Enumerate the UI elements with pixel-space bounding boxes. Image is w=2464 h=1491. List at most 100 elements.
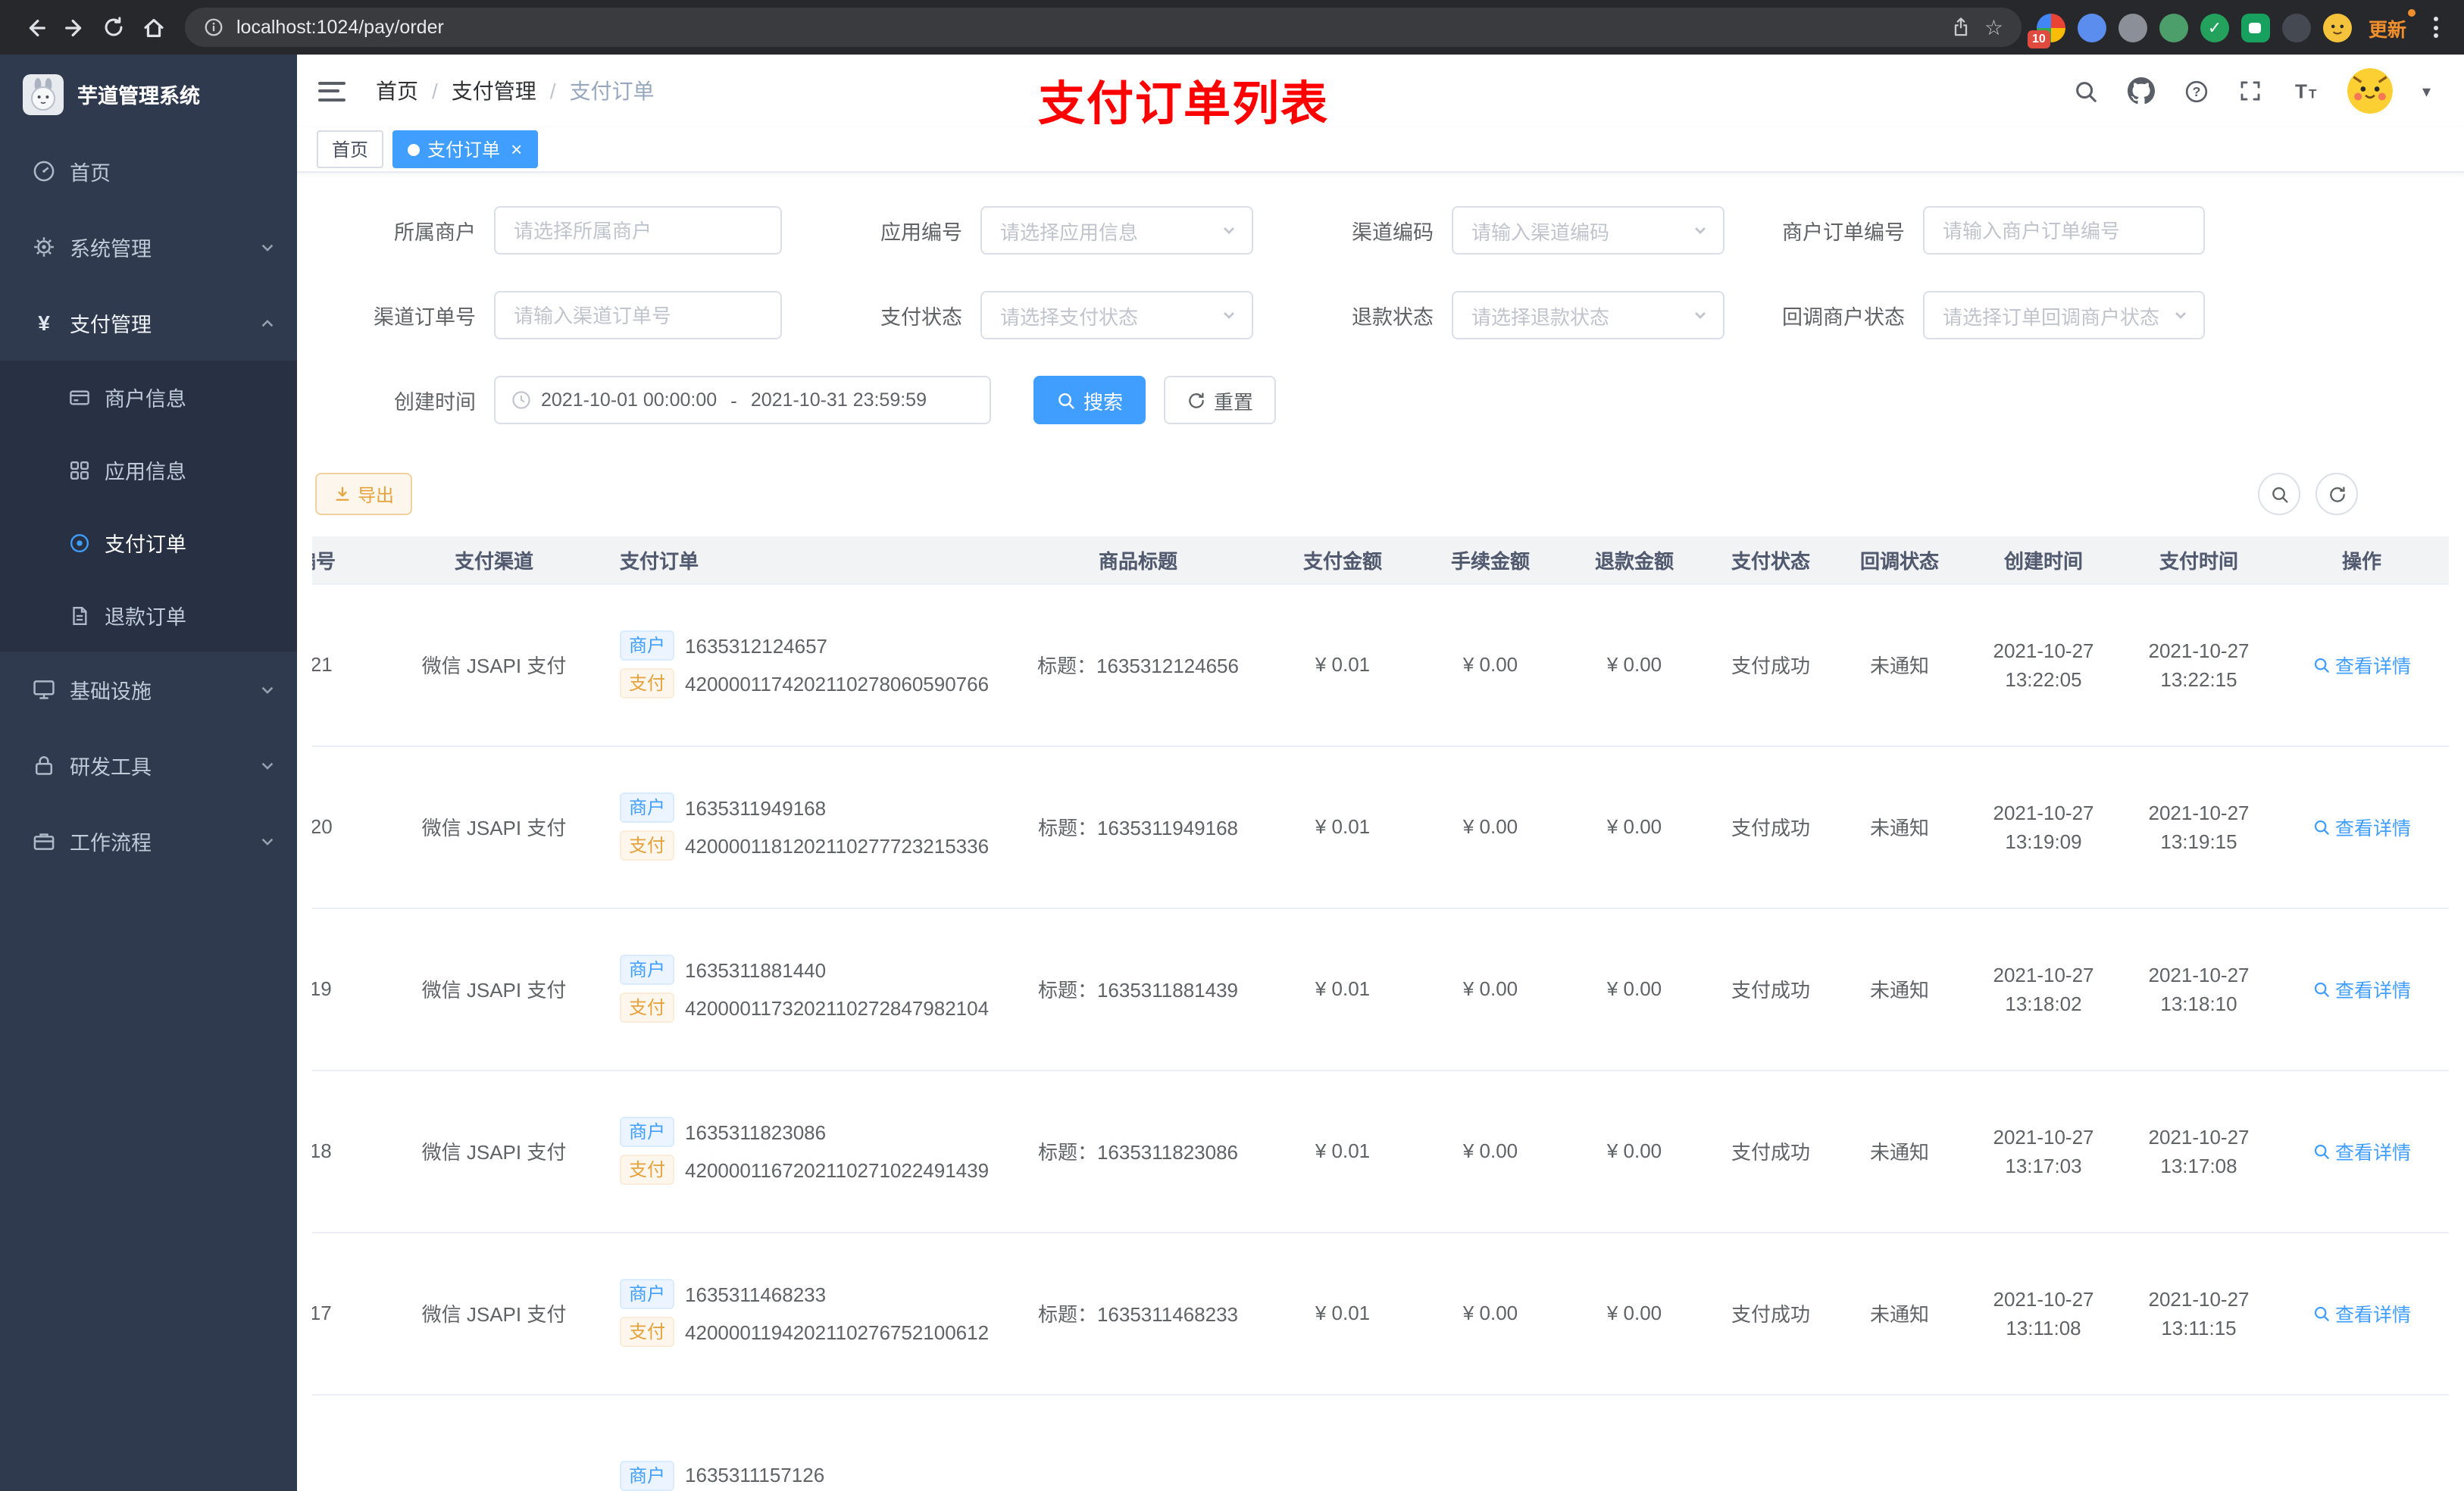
sidebar-item-app-info[interactable]: 应用信息 (0, 433, 297, 506)
sidebar-item-system[interactable]: 系统管理 (0, 209, 297, 285)
reset-button[interactable]: 重置 (1164, 376, 1277, 424)
filter-label: 商户订单编号 (1782, 221, 1905, 244)
sidebar-item-home[interactable]: 首页 (0, 133, 297, 209)
view-detail-link[interactable]: 查看详情 (2312, 974, 2411, 1003)
share-icon[interactable] (1951, 17, 1972, 38)
extension-icon[interactable] (2118, 13, 2147, 42)
cell-created: 2021-10-27 13:17:03 (1964, 1070, 2123, 1233)
refresh-icon[interactable] (2315, 473, 2358, 515)
font-size-icon[interactable]: TT (2292, 77, 2319, 105)
sidebar: 芋道管理系统 首页 系统管理 ¥ 支付管理 商户信息 应用信息 支付订单 退款订… (0, 55, 297, 1491)
browser-back-button[interactable] (15, 8, 55, 47)
extension-icon[interactable]: 10 (2027, 13, 2065, 48)
filter-channel-code: 渠道编码 请输入渠道编码 (1273, 206, 1724, 255)
sidebar-item-label: 支付管理 (70, 314, 152, 336)
search-icon[interactable] (2074, 78, 2100, 104)
suitcase-icon (32, 829, 56, 853)
grid-icon (67, 458, 91, 481)
sidebar-item-pay-order[interactable]: 支付订单 (0, 506, 297, 579)
extension-icon[interactable]: ✓ (2200, 13, 2229, 42)
avatar-caret-icon[interactable]: ▾ (2422, 81, 2431, 101)
sidebar-item-devtools[interactable]: 研发工具 (0, 727, 297, 803)
card-icon (67, 386, 91, 408)
cell-order: 商户 1635311881440 支付 4200001173202110272847… (608, 908, 1009, 1071)
table-row: 118 微信 JSAPI 支付 商户 1635311823086 支付 420000… (312, 1070, 2449, 1233)
chevron-down-icon (2172, 306, 2190, 324)
table-row: 121 微信 JSAPI 支付 商户 1635312124657 支付 420000… (312, 583, 2449, 746)
close-icon[interactable]: × (511, 139, 522, 159)
col-pay-status: 支付状态 (1706, 536, 1835, 584)
pay-status-select[interactable]: 请选择支付状态 (980, 291, 1253, 339)
extension-icon[interactable] (2159, 13, 2188, 42)
cell-id (312, 1394, 380, 1491)
profile-avatar-icon[interactable] (2322, 13, 2352, 42)
pay-badge: 支付 (620, 830, 675, 861)
merchant-order-input[interactable] (1923, 206, 2205, 255)
lock-icon (32, 753, 56, 777)
browser-reload-button[interactable] (94, 8, 133, 47)
owner-input[interactable] (494, 206, 782, 255)
date-range-picker[interactable]: 2021-10-01 00:00:00 - 2021-10-31 23:59:5… (494, 376, 991, 424)
sidebar-item-merchant-info[interactable]: 商户信息 (0, 361, 297, 433)
bookmark-star-icon[interactable]: ☆ (1984, 14, 2003, 40)
refund-status-select[interactable]: 请选择退款状态 (1452, 291, 1724, 339)
app-frame: 芋道管理系统 首页 系统管理 ¥ 支付管理 商户信息 应用信息 支付订单 退款订… (0, 55, 2464, 1491)
help-icon[interactable]: ? (2184, 78, 2210, 104)
browser-update-button[interactable]: 更新 (2364, 8, 2416, 45)
cell-fee-amount: ¥ 0.00 (1418, 1070, 1562, 1233)
merchant-order-no: 1635311949168 (685, 796, 827, 819)
cell-pay-status: 支付成功 (1706, 1070, 1835, 1233)
clock-icon (511, 389, 532, 411)
col-channel: 支付渠道 (380, 536, 608, 584)
toggle-search-icon[interactable] (2258, 473, 2300, 515)
breadcrumb-item[interactable]: 首页 (376, 76, 418, 106)
view-detail-link[interactable]: 查看详情 (2312, 1299, 2411, 1327)
site-info-icon[interactable] (203, 17, 224, 38)
notify-status-select[interactable]: 请选择订单回调商户状态 (1923, 291, 2205, 339)
browser-forward-button[interactable] (55, 8, 94, 47)
sidebar-toggle-icon[interactable] (318, 81, 346, 101)
browser-home-button[interactable] (133, 8, 173, 47)
extension-badge: 10 (2027, 30, 2050, 48)
date-start-value: 2021-10-01 00:00:00 (541, 389, 718, 411)
filter-notify-status: 回调商户状态 请选择订单回调商户状态 (1744, 291, 2205, 339)
url-bar[interactable]: localhost:1024/pay/order ☆ (185, 8, 2022, 47)
sidebar-item-label: 退款订单 (105, 606, 186, 629)
breadcrumb-item[interactable]: 支付管理 (452, 76, 536, 106)
merchant-badge: 商户 (620, 1117, 675, 1147)
sidebar-item-refund-order[interactable]: 退款订单 (0, 579, 297, 652)
export-button[interactable]: 导出 (315, 473, 413, 515)
table-toolbar: 导出 (297, 461, 2464, 515)
navbar-actions: ? TT ▾ (2074, 68, 2431, 114)
cell-channel: 微信 JSAPI 支付 (380, 1070, 608, 1233)
col-created-time: 创建时间 (1964, 536, 2123, 584)
extension-icon[interactable] (2077, 13, 2106, 42)
view-detail-link[interactable]: 查看详情 (2312, 650, 2411, 679)
cell-channel: 微信 JSAPI 支付 (380, 746, 608, 908)
fullscreen-icon[interactable] (2239, 79, 2263, 103)
view-detail-link[interactable]: 查看详情 (2312, 812, 2411, 841)
view-detail-link[interactable]: 查看详情 (2312, 1136, 2411, 1165)
dashboard-icon (32, 159, 56, 183)
merchant-order-no: 1635311823086 (685, 1121, 827, 1143)
search-button[interactable]: 搜索 (1033, 376, 1146, 424)
extension-icon[interactable] (2281, 13, 2311, 42)
sidebar-item-pay[interactable]: ¥ 支付管理 (0, 285, 297, 361)
channel-order-input[interactable] (494, 291, 782, 339)
browser-menu-icon[interactable] (2426, 17, 2446, 38)
tab-home[interactable]: 首页 (317, 130, 384, 168)
github-icon[interactable] (2128, 77, 2156, 105)
browser-chrome: localhost:1024/pay/order ☆ 10 ✓ 更新 (0, 0, 2464, 55)
breadcrumb-item: 支付订单 (569, 79, 655, 103)
col-refund-amount: 退款金额 (1562, 536, 1706, 584)
filter-merchant-order: 商户订单编号 (1744, 206, 2205, 255)
tabs-bar: 首页 支付订单 × (297, 127, 2464, 173)
sidebar-item-workflow[interactable]: 工作流程 (0, 803, 297, 879)
app-select[interactable]: 请选择应用信息 (980, 206, 1253, 255)
sidebar-item-infra[interactable]: 基础设施 (0, 652, 297, 727)
user-avatar[interactable] (2347, 68, 2394, 114)
extension-icon[interactable] (2240, 13, 2270, 42)
tab-pay-order[interactable]: 支付订单 × (392, 130, 538, 168)
channel-code-select[interactable]: 请输入渠道编码 (1452, 206, 1724, 255)
col-paid-time: 支付时间 (2123, 536, 2275, 584)
